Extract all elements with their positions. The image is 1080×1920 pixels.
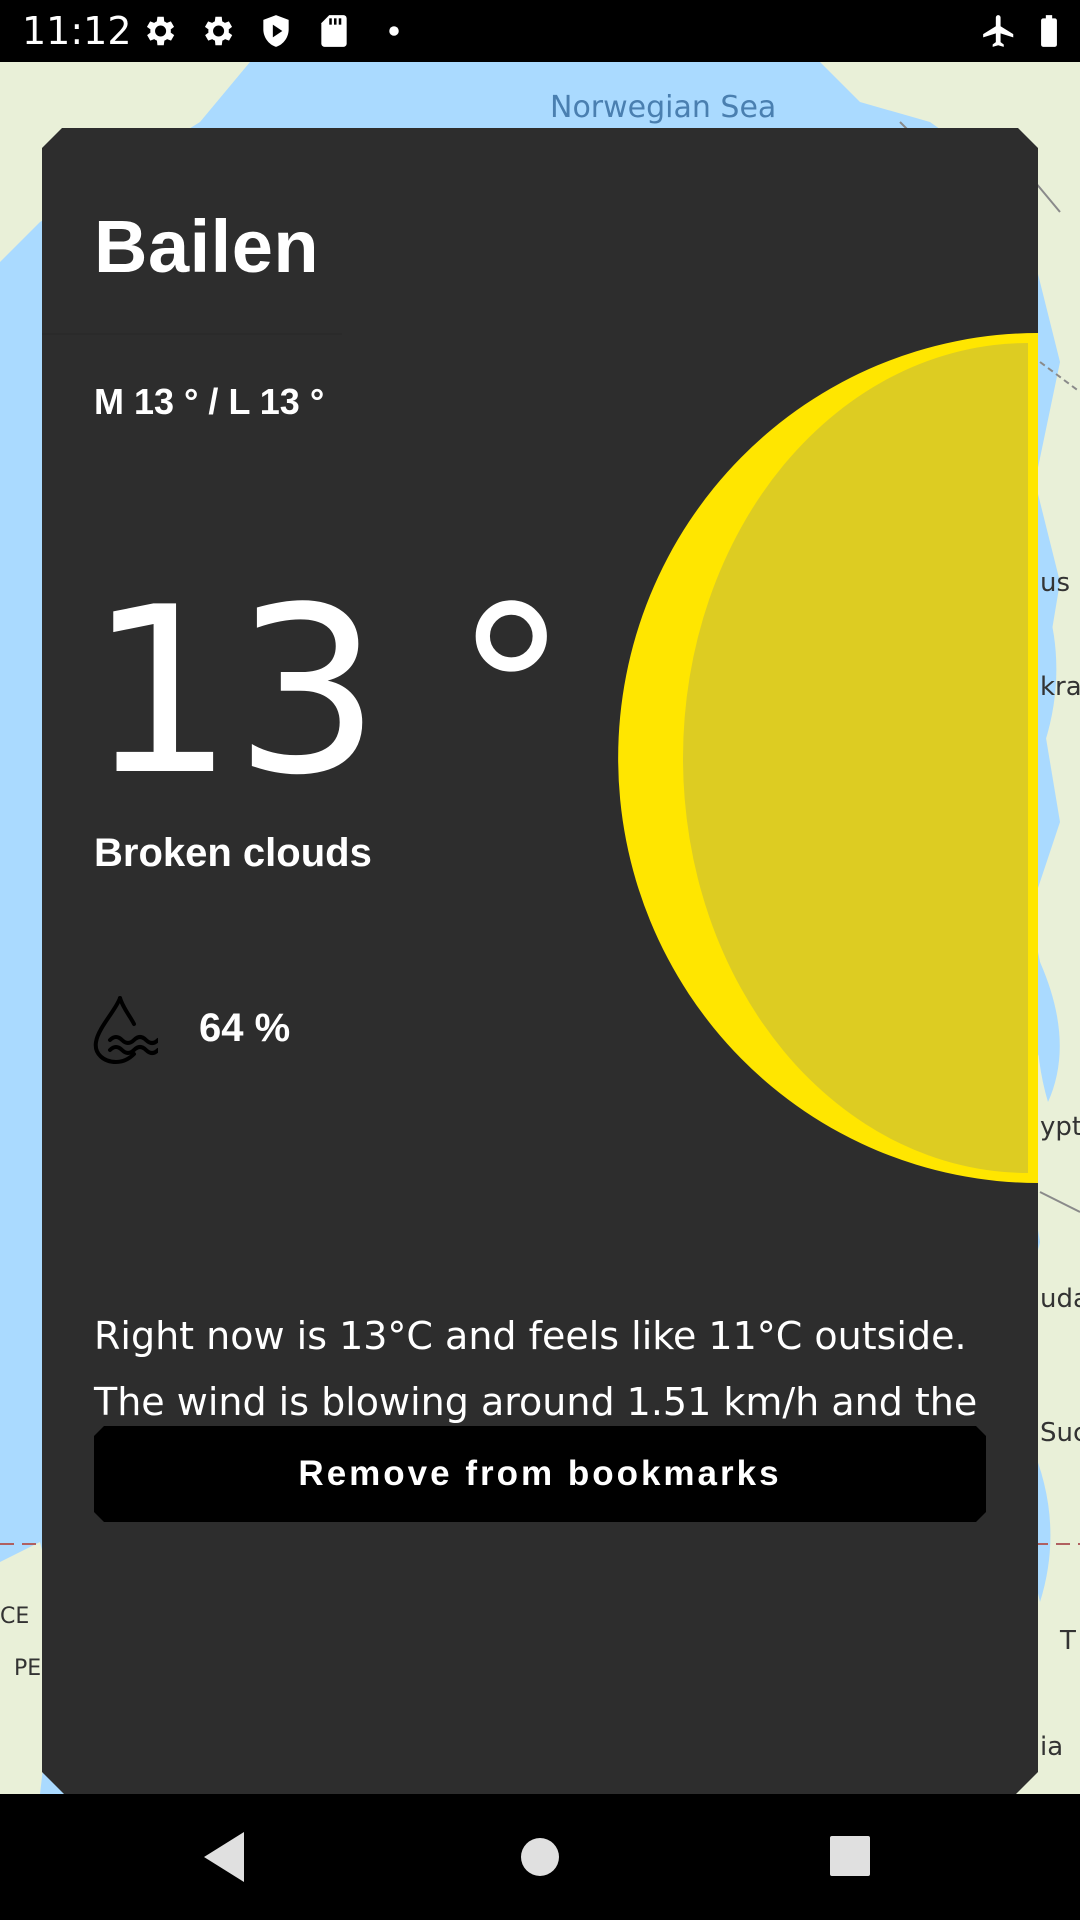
map-label: us [1040,568,1071,598]
sd-card-icon [321,15,347,47]
remove-from-bookmarks-button[interactable]: Remove from bookmarks [94,1426,986,1522]
back-icon[interactable] [192,1824,258,1890]
map-label: ia [1040,1732,1064,1762]
settings-icon [204,16,233,46]
city-name: Bailen [94,205,320,288]
settings-icon [146,16,175,46]
screen: 11:12 Norwegian Sea us kra ypt ud Su T i… [0,0,1080,1920]
battery-icon [1041,15,1057,47]
sun-icon [618,333,1038,1183]
dot-icon [389,26,399,36]
map-label: udar [1040,1284,1080,1314]
map-label-sea: Norwegian Sea [550,90,777,125]
map-label: Suc [1040,1418,1080,1448]
humidity-drop-icon [93,996,158,1064]
map-label: T [1060,1626,1076,1656]
status-bar: 11:12 [0,0,1080,62]
humidity-value: 64 % [199,1006,291,1050]
airplane-mode-icon [983,15,1014,47]
current-temperature: 13 ° [88,559,569,826]
map-label: ypt [1040,1112,1080,1142]
divider [42,333,342,335]
map-label: krai [1040,672,1080,702]
home-icon[interactable] [507,1824,573,1890]
recents-icon[interactable] [818,1824,884,1890]
weather-card: Bailen M 13 ° / L 13 ° 13 ° Broken cloud… [42,128,1038,1794]
map-label: PE [14,1656,42,1681]
shield-play-icon [263,15,289,47]
weather-condition: Broken clouds [94,831,372,875]
navigation-bar [0,1794,1080,1920]
min-max-temperature: M 13 ° / L 13 ° [94,381,325,422]
status-time: 11:12 [22,9,132,53]
map-label: CE [0,1604,30,1629]
